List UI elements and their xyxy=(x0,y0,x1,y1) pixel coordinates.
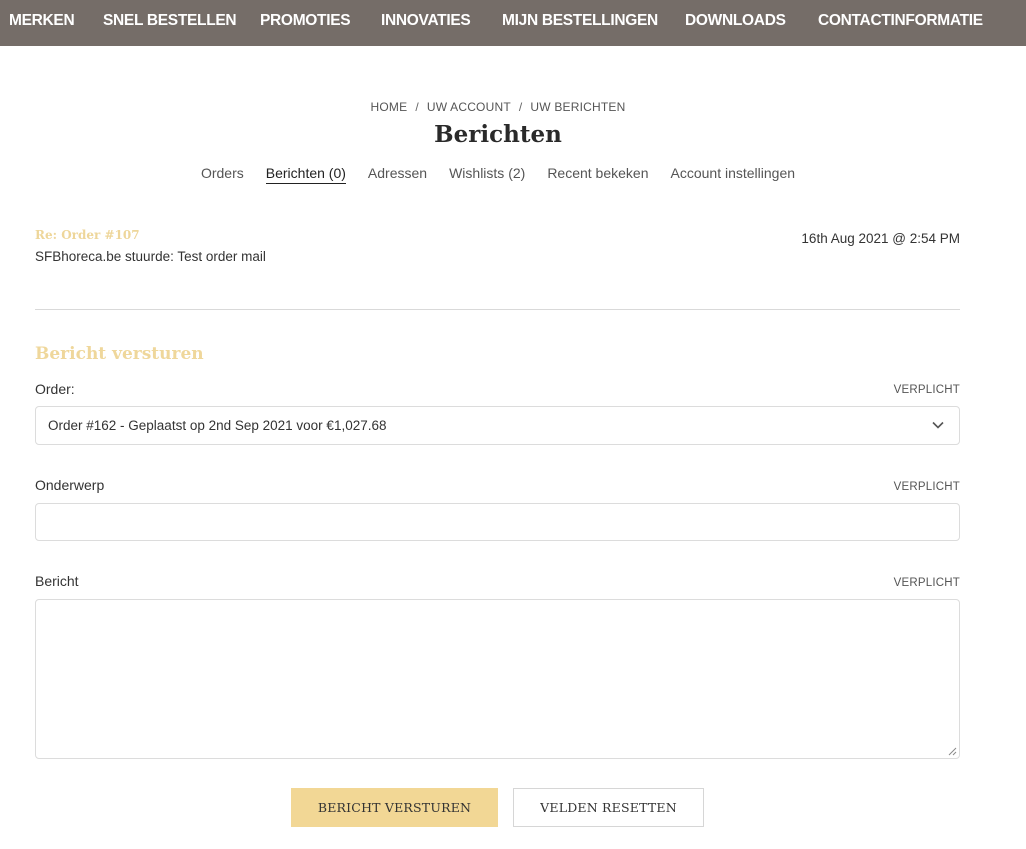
nav-item-innovaties[interactable]: INNOVATIES xyxy=(381,12,471,30)
breadcrumb-separator: / xyxy=(518,100,523,114)
resize-handle-icon[interactable] xyxy=(947,746,957,756)
tab-berichten[interactable]: Berichten (0) xyxy=(265,165,346,184)
submit-button[interactable]: BERICHT VERSTUREN xyxy=(291,788,498,827)
tab-wishlists[interactable]: Wishlists (2) xyxy=(449,165,525,183)
nav-item-promoties[interactable]: PROMOTIES xyxy=(260,12,351,30)
breadcrumb-account[interactable]: UW ACCOUNT xyxy=(427,100,511,114)
order-required-label: VERPLICHT xyxy=(893,384,960,396)
page-title: Berichten xyxy=(434,121,562,148)
divider xyxy=(35,309,960,310)
breadcrumb-messages: UW BERICHTEN xyxy=(530,100,626,114)
nav-item-downloads[interactable]: DOWNLOADS xyxy=(685,12,786,30)
tab-orders[interactable]: Orders xyxy=(201,165,244,183)
subject-input[interactable] xyxy=(35,503,960,541)
nav-item-mijn-bestellingen[interactable]: MIJN BESTELLINGEN xyxy=(502,12,658,30)
breadcrumb-home[interactable]: HOME xyxy=(371,100,408,114)
nav-item-contactinformatie[interactable]: CONTACTINFORMATIE xyxy=(818,12,983,30)
top-navigation: MERKEN SNEL BESTELLEN PROMOTIES INNOVATI… xyxy=(0,0,1026,46)
message-label: Bericht xyxy=(35,573,79,589)
order-select[interactable]: Order #162 - Geplaatst op 2nd Sep 2021 v… xyxy=(35,406,960,445)
nav-item-snel-bestellen[interactable]: SNEL BESTELLEN xyxy=(103,12,237,30)
order-select-value: Order #162 - Geplaatst op 2nd Sep 2021 v… xyxy=(48,418,387,433)
chevron-down-icon xyxy=(932,421,944,429)
message-subject[interactable]: Re: Order #107 xyxy=(35,228,140,242)
breadcrumb: HOME / UW ACCOUNT / UW BERICHTEN xyxy=(0,100,996,114)
subject-label: Onderwerp xyxy=(35,477,105,493)
message-required-label: VERPLICHT xyxy=(893,577,960,589)
tab-recent-bekeken[interactable]: Recent bekeken xyxy=(547,165,648,183)
breadcrumb-separator: / xyxy=(415,100,419,114)
reset-button[interactable]: VELDEN RESETTEN xyxy=(513,788,704,827)
message-body: SFBhoreca.be stuurde: Test order mail xyxy=(35,249,266,264)
tab-account-instellingen[interactable]: Account instellingen xyxy=(671,165,796,183)
nav-item-merken[interactable]: MERKEN xyxy=(9,12,75,30)
tab-adressen[interactable]: Adressen xyxy=(368,165,427,183)
subject-required-label: VERPLICHT xyxy=(893,481,960,493)
message-date: 16th Aug 2021 @ 2:54 PM xyxy=(801,231,960,246)
account-tabs: Orders Berichten (0) Adressen Wishlists (2)… xyxy=(0,165,996,184)
form-title: Bericht versturen xyxy=(35,344,204,364)
message-textarea[interactable] xyxy=(35,599,960,759)
order-label: Order: xyxy=(35,381,75,397)
